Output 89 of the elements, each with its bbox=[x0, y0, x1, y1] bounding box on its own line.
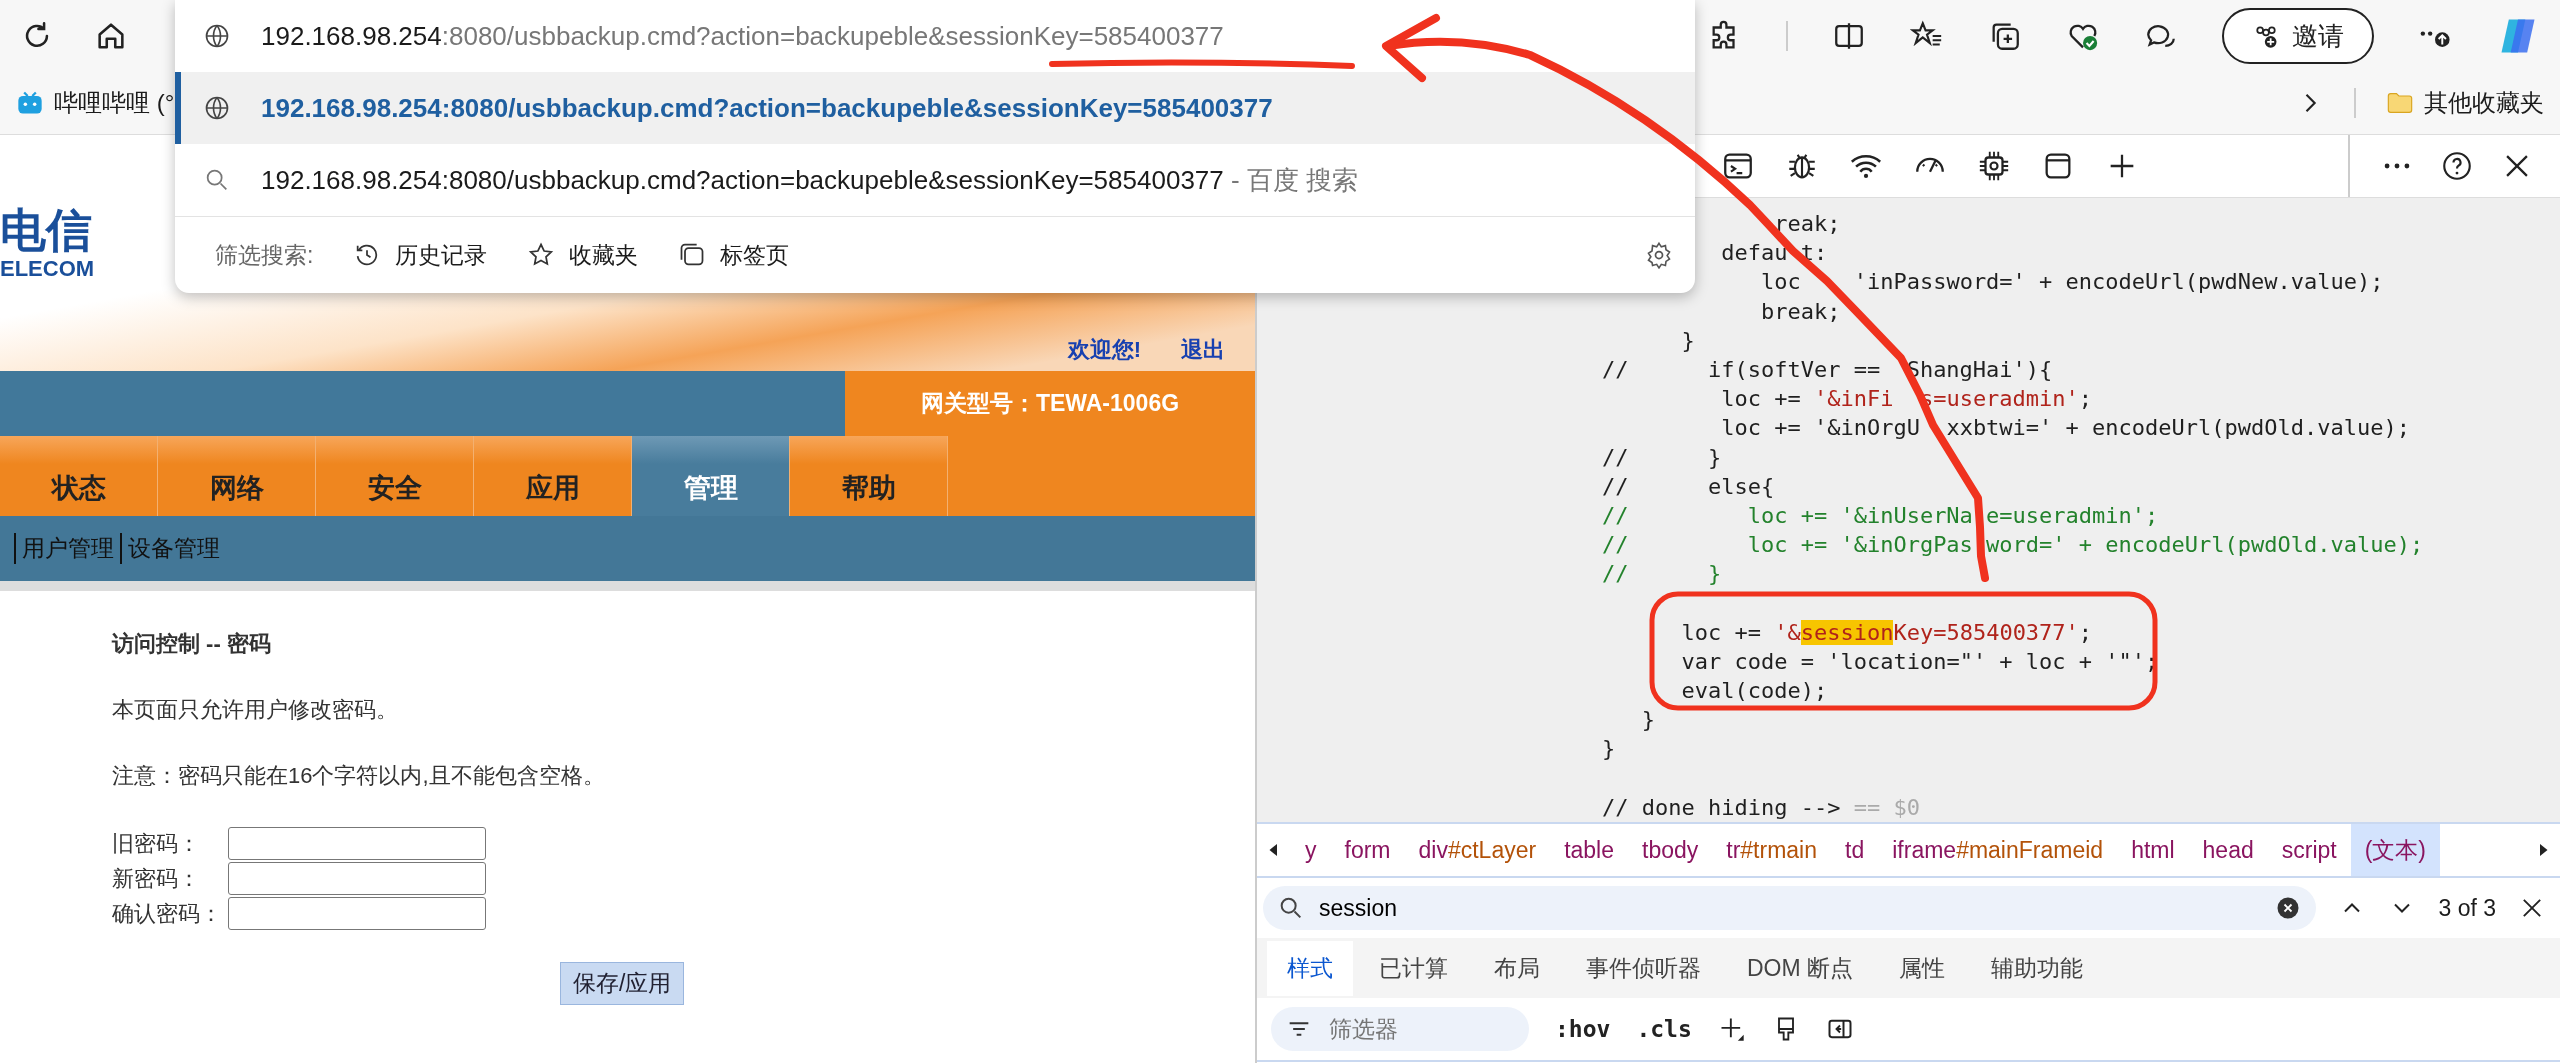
panel-tab[interactable]: DOM 断点 bbox=[1727, 940, 1874, 996]
nav-tab[interactable]: 状态 bbox=[0, 436, 158, 516]
chip-icon[interactable] bbox=[1977, 149, 2011, 183]
breadcrumb-item[interactable]: y bbox=[1291, 824, 1331, 876]
code-text: // done hiding --> bbox=[1602, 794, 1841, 820]
note-text: 注意：密码只能在16个字符以内,且不能包含空格。 bbox=[112, 762, 606, 790]
nav-tab[interactable]: 应用 bbox=[474, 436, 632, 516]
code-text: break; bbox=[1760, 298, 1841, 324]
breadcrumb-item[interactable]: tbody bbox=[1628, 824, 1713, 876]
code-text: '&inFi s=useradmin' bbox=[1813, 386, 2079, 412]
breadcrumb-item[interactable]: (文本) bbox=[2350, 824, 2441, 876]
nav-tab[interactable]: 帮助 bbox=[790, 436, 948, 516]
breadcrumb-item[interactable]: form bbox=[1330, 824, 1405, 876]
code-text: eval(code); bbox=[1681, 678, 1828, 703]
code-text: // } bbox=[1602, 561, 1722, 587]
field-label: 旧密码： bbox=[112, 829, 201, 858]
code-text: ; bbox=[2078, 619, 2093, 645]
code-text: var code = 'location="' + loc + '"'; bbox=[1681, 648, 2159, 674]
breadcrumb-item[interactable]: td bbox=[1831, 824, 1879, 876]
code-text: // loc += '&inUserNa e=useradmin'; bbox=[1602, 502, 2159, 528]
intro-text: 本页面只允许用户修改密码。 bbox=[112, 696, 399, 724]
panel-tab[interactable]: 属性 bbox=[1879, 940, 1966, 996]
code-text: } bbox=[1681, 327, 1695, 353]
nav-tab[interactable]: 网络 bbox=[158, 436, 316, 516]
panel-tab[interactable]: 布局 bbox=[1474, 940, 1560, 996]
password-input[interactable] bbox=[228, 862, 486, 895]
code-text: // loc += '&inOrgPas word=' + encodeUrl(pwdOld.value); bbox=[1602, 532, 2424, 558]
filter-label: 筛选搜索: bbox=[215, 240, 314, 270]
welcome-link[interactable]: 欢迎您! bbox=[1067, 335, 1141, 365]
search-field[interactable]: session bbox=[1263, 886, 2317, 930]
model-label: 网关型号：TEWA-1006G bbox=[845, 371, 1255, 436]
breadcrumb-item[interactable]: div#ctLayer bbox=[1404, 824, 1551, 876]
globe-icon bbox=[203, 94, 231, 122]
filter-chip[interactable]: 历史记录 bbox=[353, 239, 488, 271]
tv-icon bbox=[16, 89, 44, 117]
filter-chip[interactable]: 标签页 bbox=[678, 239, 790, 271]
style-toggle-button[interactable]: :hov bbox=[1555, 1016, 1611, 1042]
code-text: } bbox=[1641, 707, 1655, 733]
code-text: loc += bbox=[1681, 619, 1762, 645]
suggestion-item[interactable]: 192.168.98.254:8080/usbbackup.cmd?action=backupeble&sessionKey=585400377 bbox=[175, 72, 1695, 144]
invite-button[interactable]: 邀请 bbox=[2222, 8, 2374, 64]
code-text: // else{ bbox=[1602, 473, 1775, 499]
help-icon[interactable] bbox=[2440, 149, 2474, 183]
save-button[interactable]: 保存/应用 bbox=[560, 962, 685, 1005]
breadcrumb-item[interactable]: head bbox=[2188, 824, 2268, 876]
code-text: } bbox=[1602, 736, 1616, 762]
panel-tab[interactable]: 已计算 bbox=[1359, 940, 1468, 996]
breadcrumb-item[interactable]: html bbox=[2117, 824, 2189, 876]
code-text: ; bbox=[2078, 386, 2093, 412]
filter-input[interactable]: 筛选器 bbox=[1327, 1014, 1481, 1044]
subnav-link[interactable]: 设备管理 bbox=[120, 533, 226, 564]
code-text: '& bbox=[1774, 619, 1801, 645]
code-text: reak; bbox=[1774, 211, 1841, 236]
settings-icon[interactable] bbox=[1645, 241, 1673, 269]
field-label: 确认密码： bbox=[112, 899, 223, 928]
logo-text: 电信 bbox=[0, 205, 92, 256]
password-input[interactable] bbox=[228, 897, 486, 930]
panel-tab[interactable]: 辅助功能 bbox=[1971, 940, 2104, 996]
search-input[interactable]: session bbox=[1317, 893, 2263, 923]
code-text: loc 'inPassword=' + encodeUrl(pwdNew.value); bbox=[1760, 269, 2384, 295]
code-text: == $0 bbox=[1852, 794, 1920, 820]
logout-link[interactable]: 退出 bbox=[1181, 335, 1225, 365]
field-label: 新密码： bbox=[112, 864, 201, 893]
code-text: defau t: bbox=[1721, 240, 1828, 266]
filter-field[interactable]: 筛选器 bbox=[1271, 1007, 1529, 1051]
code-text: loc += '&inOrgU xxbtwi=' + encodeUrl(pwdOld.value); bbox=[1721, 415, 2410, 441]
bookmark-folder[interactable]: 其他收藏夹 bbox=[2386, 87, 2544, 119]
breadcrumb-item[interactable]: tr#trmain bbox=[1712, 824, 1832, 876]
password-input[interactable] bbox=[228, 827, 486, 860]
nav-tab[interactable]: 管理 bbox=[632, 436, 790, 516]
address-field[interactable]: 192.168.98.254:8080/usbbackup.cmd?action=backupeble&sessionKey=585400377 bbox=[175, 0, 1695, 72]
breadcrumb-item[interactable]: script bbox=[2267, 824, 2351, 876]
style-toggle-button[interactable]: .cls bbox=[1636, 1016, 1692, 1042]
panel-tab[interactable]: 样式 bbox=[1267, 940, 1353, 996]
nav-tab[interactable]: 安全 bbox=[316, 436, 474, 516]
breadcrumb-item[interactable]: iframe#mainFrameid bbox=[1878, 824, 2118, 876]
code-text: // } bbox=[1602, 444, 1722, 470]
filter-chip[interactable]: 收藏夹 bbox=[527, 239, 639, 271]
code-text: loc += bbox=[1721, 386, 1802, 412]
panel-tab[interactable]: 事件侦听器 bbox=[1566, 940, 1721, 996]
globe-icon bbox=[203, 22, 231, 50]
section-heading: 访问控制 -- 密码 bbox=[112, 630, 272, 658]
logo-text: ELECOM bbox=[0, 255, 95, 282]
breadcrumb-item[interactable]: table bbox=[1550, 824, 1628, 876]
match-count: 3 of 3 bbox=[2438, 894, 2496, 922]
bookmark-item[interactable]: 哔哩哔哩 (° bbox=[16, 87, 175, 119]
code-text: Key=585400377' bbox=[1893, 619, 2079, 645]
suggestion-item[interactable]: 192.168.98.254:8080/usbbackup.cmd?action=backupeble&sessionKey=585400377 - 百度 搜索 bbox=[175, 144, 1695, 216]
subnav-link[interactable]: 用户管理 bbox=[14, 533, 120, 564]
